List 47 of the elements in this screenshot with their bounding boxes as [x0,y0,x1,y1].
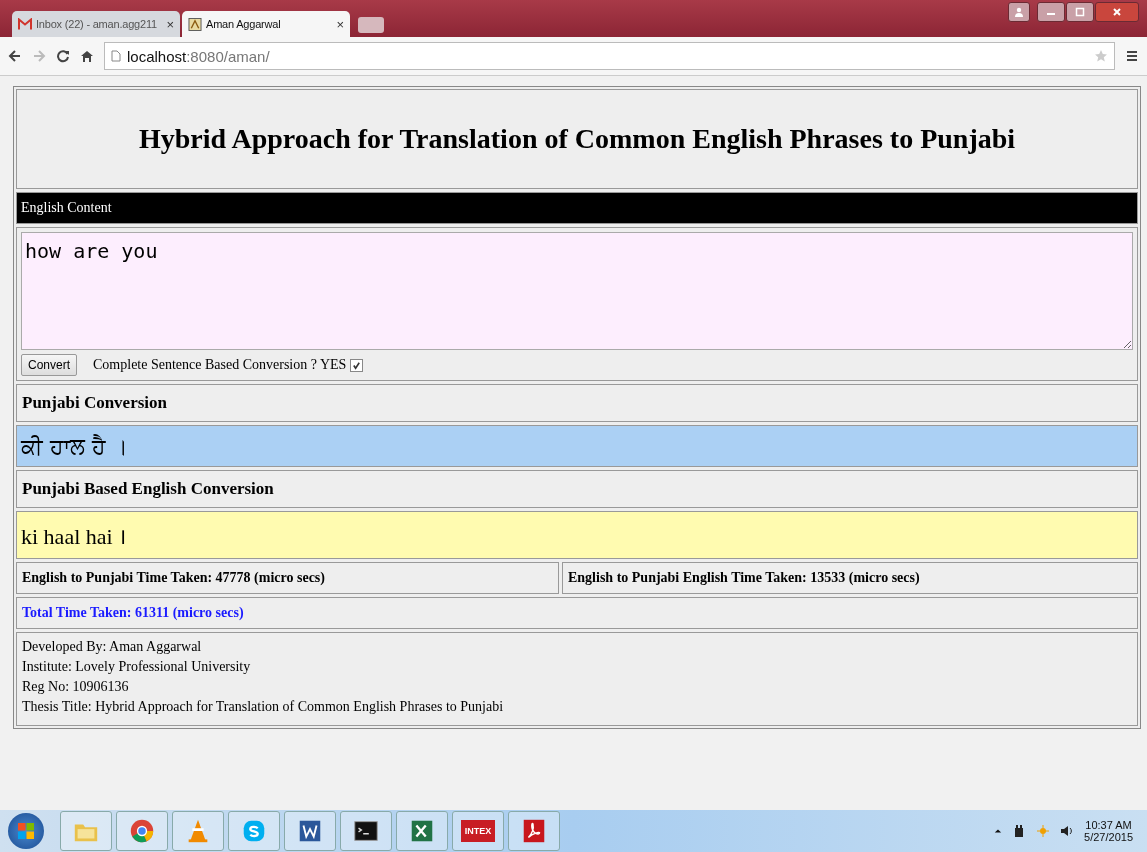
minimize-button[interactable] [1037,2,1065,22]
start-icon [16,821,36,841]
url-text: localhost:8080/aman/ [127,47,271,65]
page-title: Hybrid Approach for Translation of Common English Phrases to Punjabi [138,123,1016,155]
caret-icon[interactable] [994,827,1003,835]
back-icon[interactable] [8,49,22,63]
menu-icon[interactable] [1125,49,1139,63]
convert-button[interactable]: Convert [21,354,78,376]
total-time-text: Total Time Taken: 61311 (micro secs) [22,605,244,621]
mail-icon [18,17,32,31]
clock-date: 5/27/2015 [1084,831,1133,843]
section-heading: Punjabi Based English Conversion [22,479,274,499]
page-icon [111,50,121,62]
home-icon[interactable] [80,49,94,63]
time-text: English to Punjabi English Time Taken: 13533 (micro secs) [568,570,920,586]
credit-line: Reg No: 10906136 [22,678,130,696]
browser-icon[interactable] [128,817,156,845]
credit-line: Developed By: Aman Aggarwal [22,638,203,656]
checkbox[interactable] [350,358,364,372]
output-text: ki haal hai । [21,523,127,550]
maximize-button[interactable] [1066,2,1094,22]
section-label: English Content [21,200,112,216]
user-button[interactable] [1008,2,1030,22]
output-text: ਕੀ ਹਾਲ ਹੈ । [21,433,128,459]
time-text: English to Punjabi Time Taken: 47778 (micro secs) [22,570,325,586]
tab-close-button[interactable]: × [166,16,174,32]
maximize-icon [1075,7,1085,17]
credit-line: Thesis Title: Hybrid Approach for Translation of Common English Phrases to Punjabi [22,698,505,716]
close-icon [1112,7,1122,17]
browser-tab[interactable]: Aman Aggarwal × [182,11,350,37]
tab-close-button[interactable]: × [336,16,344,32]
input-field[interactable]: how are you [21,232,1133,350]
page-icon [188,17,202,31]
option-label: Complete Sentence Based Conversion ? YES [93,357,347,373]
browser-tab[interactable]: Inbox (22) - aman.agg211 × [12,11,180,37]
clock-time: 10:37 AM [1085,819,1132,831]
clock[interactable]: 10:37 AM 5/27/2015 [1084,819,1133,843]
credit-line: Institute: Lovely Professional University [22,658,252,676]
section-heading: Punjabi Conversion [22,393,167,413]
address-field[interactable]: localhost:8080/aman/ [104,42,1115,70]
reload-icon[interactable] [56,49,70,63]
start-button[interactable] [8,813,44,849]
user-icon [1014,7,1024,17]
volume-icon[interactable] [1060,824,1075,838]
close-button[interactable] [1095,2,1139,22]
app-icon[interactable]: INTEX [460,820,496,842]
star-icon[interactable] [1094,49,1108,63]
